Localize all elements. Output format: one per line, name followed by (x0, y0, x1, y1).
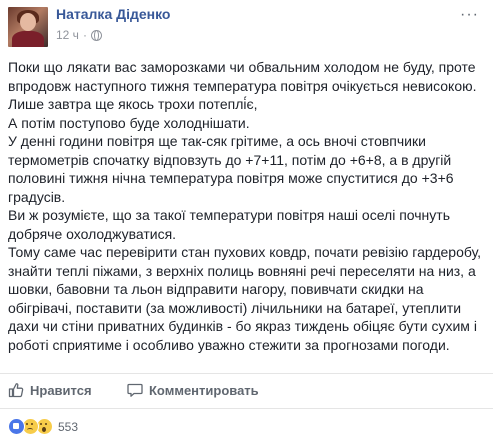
post-paragraph: Поки що лякати вас заморозками чи обваль… (8, 59, 477, 94)
thumbs-up-icon (8, 383, 24, 398)
comment-icon (127, 383, 143, 397)
reactions-summary[interactable]: 553 (8, 418, 78, 435)
author-name[interactable]: Наталка Діденко (56, 6, 170, 22)
globe-icon[interactable] (90, 29, 102, 41)
post-paragraph: Тому саме час перевірити стан пухових ко… (8, 244, 482, 353)
post-paragraph: У денні години повітря ще так-сяк грітим… (8, 133, 454, 205)
post-header: Наталка Діденко 12 ч · ··· (0, 0, 493, 50)
more-options-icon[interactable]: ··· (460, 7, 479, 23)
like-button-label: Нравится (30, 382, 92, 398)
reaction-count[interactable]: 553 (58, 420, 78, 434)
post-meta: 12 ч · (56, 28, 102, 42)
post-paragraph: А потім поступово буде холоднішати. (8, 114, 250, 131)
post-card: Наталка Діденко 12 ч · ··· Поки що лякат… (0, 0, 493, 445)
post-paragraph: Лише завтра ще якось трохи потеплі́є, (8, 96, 258, 112)
post-paragraph: Ви ж розумієте, що за такої температури … (8, 207, 450, 242)
meta-separator: · (82, 28, 87, 42)
post-text: Поки що лякати вас заморозками чи обваль… (8, 58, 486, 354)
post-timestamp[interactable]: 12 ч (56, 28, 79, 42)
author-avatar[interactable] (8, 7, 48, 47)
post-actions-bar: Нравится Комментировать (0, 373, 493, 409)
like-button[interactable]: Нравится (8, 382, 92, 398)
like-reaction-icon (8, 418, 25, 435)
comment-button[interactable]: Комментировать (127, 382, 259, 398)
comment-button-label: Комментировать (149, 382, 259, 398)
